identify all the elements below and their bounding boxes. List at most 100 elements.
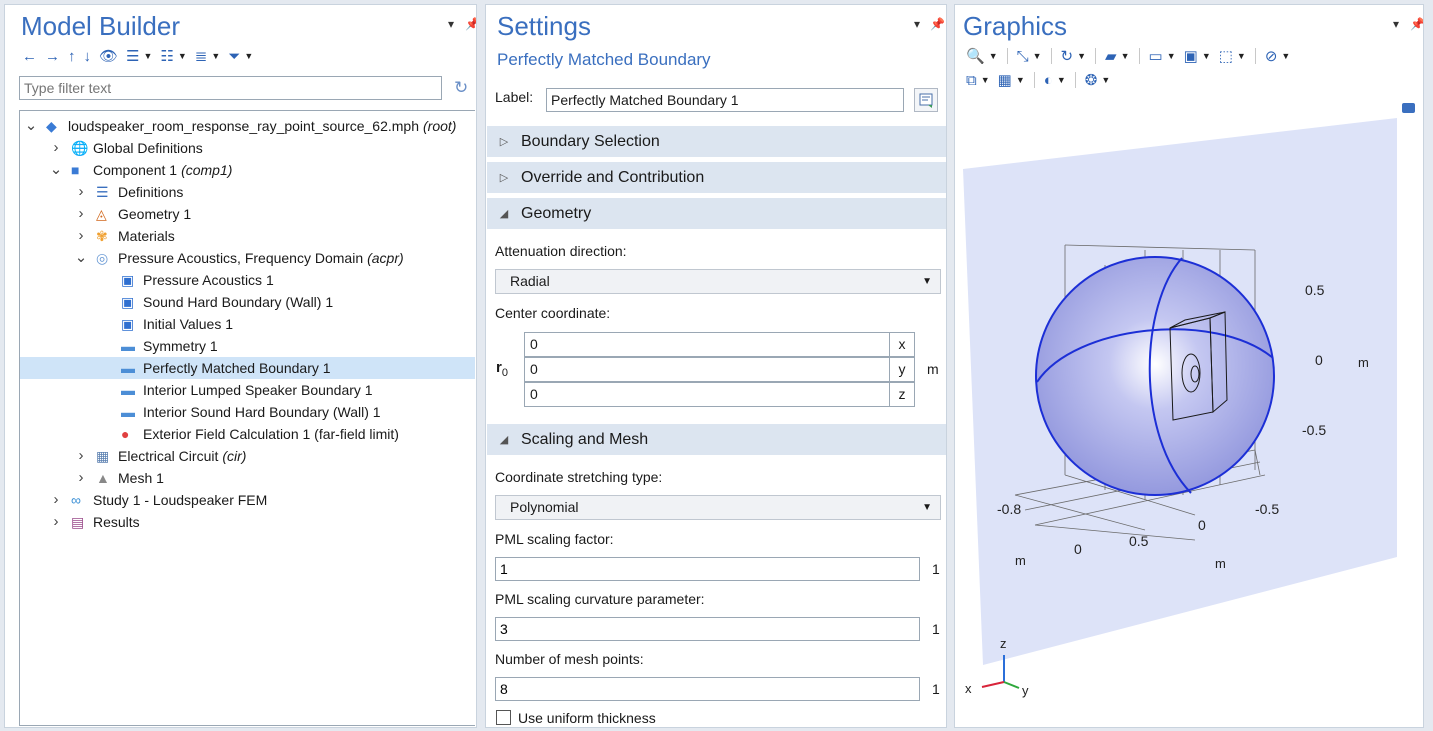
link-icon[interactable]: ⊘ ▼	[1262, 46, 1294, 66]
tree-node[interactable]: ● Exterior Field Calculation 1 (far-field…	[20, 423, 475, 445]
tree-node[interactable]: ▣ Initial Values 1	[20, 313, 475, 335]
panel-menu-icon[interactable]: ▾	[448, 17, 454, 31]
collapsed-chevron-icon[interactable]: ›	[49, 489, 63, 511]
collapsed-chevron-icon[interactable]: ›	[74, 467, 88, 489]
pin-icon[interactable]: 📌	[930, 17, 945, 31]
uniform-thickness-checkbox[interactable]	[496, 710, 511, 725]
section-override-contribution[interactable]: ▷ Override and Contribution	[487, 162, 946, 193]
print-icon[interactable]: ▭ ▼	[1146, 46, 1179, 66]
tree-node-text: Pressure Acoustics 1	[143, 272, 274, 288]
stretching-type-select[interactable]: Polynomial ▼	[495, 495, 941, 520]
refresh-icon[interactable]: ↻	[454, 78, 468, 98]
pin-icon[interactable]: 📌	[465, 17, 476, 31]
view-indicator-icon[interactable]	[1402, 103, 1415, 113]
mesh-points-input[interactable]	[495, 677, 920, 701]
section-geometry[interactable]: ◢ Geometry	[487, 198, 946, 229]
section-scaling-mesh[interactable]: ◢ Scaling and Mesh	[487, 424, 946, 455]
r0-subscript: 0	[501, 367, 508, 379]
tree-node[interactable]: ▬ Interior Lumped Speaker Boundary 1	[20, 379, 475, 401]
filter-icon[interactable]: ⏷ ▼	[225, 46, 256, 66]
tree-node-text: Symmetry 1	[143, 338, 218, 354]
render-icon[interactable]: ◐ ▼	[1041, 70, 1069, 90]
tree-node[interactable]: ▣ Sound Hard Boundary (Wall) 1	[20, 291, 475, 313]
panel-menu-icon[interactable]: ▾	[1393, 17, 1399, 31]
tree-node[interactable]: › ▤ Results	[20, 511, 475, 533]
collapsed-chevron-icon[interactable]: ›	[74, 225, 88, 247]
tree-node[interactable]: ▬ Symmetry 1	[20, 335, 475, 357]
rotate-icon[interactable]: ↻ ▼	[1058, 46, 1090, 66]
select-icon[interactable]: ▰ ▼	[1102, 46, 1132, 66]
tree-node[interactable]: ⌄ ◆ loudspeaker_room_response_ray_point_so…	[20, 115, 475, 137]
collapsed-chevron-icon[interactable]: ›	[49, 137, 63, 159]
arrow-down-icon[interactable]: ↓	[81, 46, 95, 66]
tree-node[interactable]: › 🌐 Global Definitions	[20, 137, 475, 159]
tree-node[interactable]: ▬ Perfectly Matched Boundary 1	[20, 357, 475, 379]
pml-factor-input[interactable]	[495, 557, 920, 581]
zoom-icon[interactable]: 🔍 ▼	[963, 46, 1001, 66]
mesh-points-unit: 1	[932, 681, 940, 697]
tree-node-label: loudspeaker_room_response_ray_point_sour…	[68, 115, 456, 137]
tree-node[interactable]: › ∞ Study 1 - Loudspeaker FEM	[20, 489, 475, 511]
expanded-chevron-icon[interactable]: ⌄	[24, 115, 38, 137]
collapsed-chevron-icon[interactable]: ›	[74, 181, 88, 203]
graphics-panel: Graphics ▾ 📌 🔍 ▼ ⤡ ▼ ↻ ▼ ▰ ▼ ▭ ▼ ▣ ▼ ⬚ ▼ ⊘ ▼ ⧉ ▼ …	[954, 4, 1424, 728]
arrow-up-icon[interactable]: ↑	[65, 46, 79, 66]
list-icon[interactable]: ≣ ▼	[192, 46, 224, 66]
filter-input[interactable]	[19, 76, 442, 100]
lighting-icon[interactable]: ❂ ▼	[1082, 70, 1114, 90]
arrow-right-icon[interactable]: →	[42, 46, 63, 66]
center-y-axis: y	[889, 358, 914, 381]
tree-node[interactable]: › ☰ Definitions	[20, 181, 475, 203]
pml-curvature-input[interactable]	[495, 617, 920, 641]
center-x-axis: x	[889, 333, 914, 356]
tree-node[interactable]: › ✾ Materials	[20, 225, 475, 247]
expand-icon[interactable]: ☰ ▼	[123, 46, 155, 66]
axes-view-icon[interactable]: ⤡ ▼	[1014, 46, 1045, 66]
tree-node-label: Geometry 1	[118, 203, 191, 225]
section-boundary-selection[interactable]: ▷ Boundary Selection	[487, 126, 946, 157]
graphics-canvas[interactable]: 0.5 0 -0.5 m -0.8 0.5 0 m -0.5 0 m z x y	[955, 100, 1424, 728]
edit-label-button[interactable]	[914, 88, 938, 112]
arrow-left-icon[interactable]: ←	[19, 46, 40, 66]
x-tick-1: 0.5	[1129, 533, 1149, 549]
center-y-field[interactable]: 0 y	[524, 357, 915, 382]
tree-node-tag: (comp1)	[181, 162, 233, 178]
label-input[interactable]	[546, 88, 904, 112]
section-label: Boundary Selection	[521, 132, 660, 150]
center-z-field[interactable]: 0 z	[524, 382, 915, 407]
attenuation-direction-select[interactable]: Radial ▼	[495, 269, 941, 294]
collapsed-chevron-icon[interactable]: ›	[74, 445, 88, 467]
pin-icon[interactable]: 📌	[1410, 17, 1423, 31]
pml-factor-label: PML scaling factor:	[495, 531, 614, 547]
y-tick-1: 0	[1198, 517, 1206, 533]
center-unit: m	[927, 361, 939, 377]
tree-node[interactable]: ⌄ ◎ Pressure Acoustics, Frequency Domain (a…	[20, 247, 475, 269]
tree-node[interactable]: ▣ Pressure Acoustics 1	[20, 269, 475, 291]
zoom-box-icon[interactable]: ⬚ ▼	[1216, 46, 1249, 66]
tree-node-label: Initial Values 1	[143, 313, 233, 335]
section-label: Scaling and Mesh	[521, 430, 649, 448]
initial-values-icon: ▣	[121, 316, 135, 332]
expanded-chevron-icon[interactable]: ⌄	[49, 159, 63, 181]
views-icon[interactable]: ⧉ ▼	[963, 70, 993, 90]
collapse-icon[interactable]: ☷ ▼	[157, 46, 189, 66]
tree-node[interactable]: › ▦ Electrical Circuit (cir)	[20, 445, 475, 467]
grid-icon[interactable]: ▦ ▼	[995, 70, 1028, 90]
uniform-thickness-label: Use uniform thickness	[518, 710, 656, 726]
expanded-chevron-icon[interactable]: ⌄	[74, 247, 88, 269]
tree-node[interactable]: › ◬ Geometry 1	[20, 203, 475, 225]
tree-node[interactable]: › ▲ Mesh 1	[20, 467, 475, 489]
expanded-triangle-icon: ◢	[499, 434, 509, 446]
collapsed-chevron-icon[interactable]: ›	[74, 203, 88, 225]
tree-node[interactable]: ⌄ ■ Component 1 (comp1)	[20, 159, 475, 181]
collapsed-chevron-icon[interactable]: ›	[49, 511, 63, 533]
tree-node-tag: (root)	[423, 118, 457, 134]
settings-subtitle: Perfectly Matched Boundary	[497, 50, 711, 69]
triad-x: x	[965, 681, 972, 696]
tree-node[interactable]: ▬ Interior Sound Hard Boundary (Wall) 1	[20, 401, 475, 423]
y-unit: m	[1215, 556, 1226, 571]
center-x-field[interactable]: 0 x	[524, 332, 915, 357]
camera-icon[interactable]: ▣ ▼	[1181, 46, 1214, 66]
panel-menu-icon[interactable]: ▾	[914, 17, 920, 31]
show-icon[interactable]: 👁	[96, 46, 121, 66]
